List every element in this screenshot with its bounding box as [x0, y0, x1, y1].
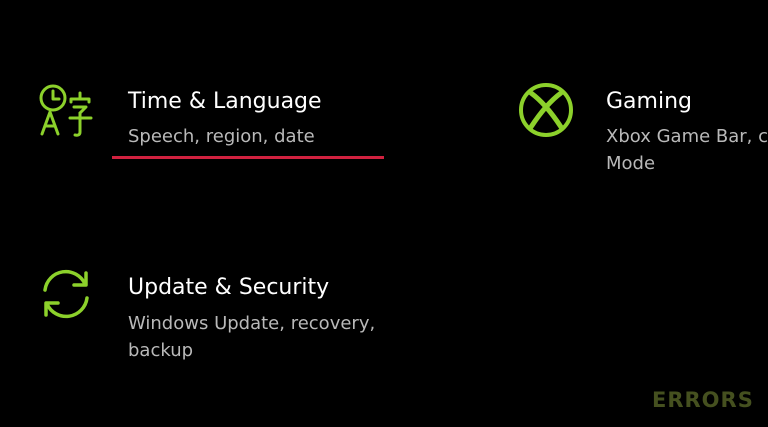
tile-title: Update & Security — [128, 275, 330, 300]
settings-tile-update-security[interactable]: Update & Security Windows Update, recove… — [0, 240, 420, 390]
sync-icon — [36, 264, 96, 324]
tile-title: Time & Language — [128, 89, 322, 114]
watermark-logo: ERRORS — [652, 388, 754, 412]
settings-tile-gaming[interactable]: Gaming Xbox Game Bar, c Mode — [500, 0, 768, 200]
xbox-icon — [516, 80, 576, 140]
settings-tile-time-language[interactable]: Time & Language Speech, region, date — [0, 0, 420, 200]
tile-subtitle: Speech, region, date — [128, 126, 315, 147]
tile-title: Gaming — [606, 89, 692, 114]
settings-home: Time & Language Speech, region, date Gam… — [0, 0, 768, 427]
hover-underline — [112, 156, 384, 159]
tile-subtitle: Windows Update, recovery, backup — [128, 313, 376, 361]
tile-subtitle: Xbox Game Bar, c Mode — [606, 126, 768, 174]
time-language-icon — [36, 82, 96, 142]
